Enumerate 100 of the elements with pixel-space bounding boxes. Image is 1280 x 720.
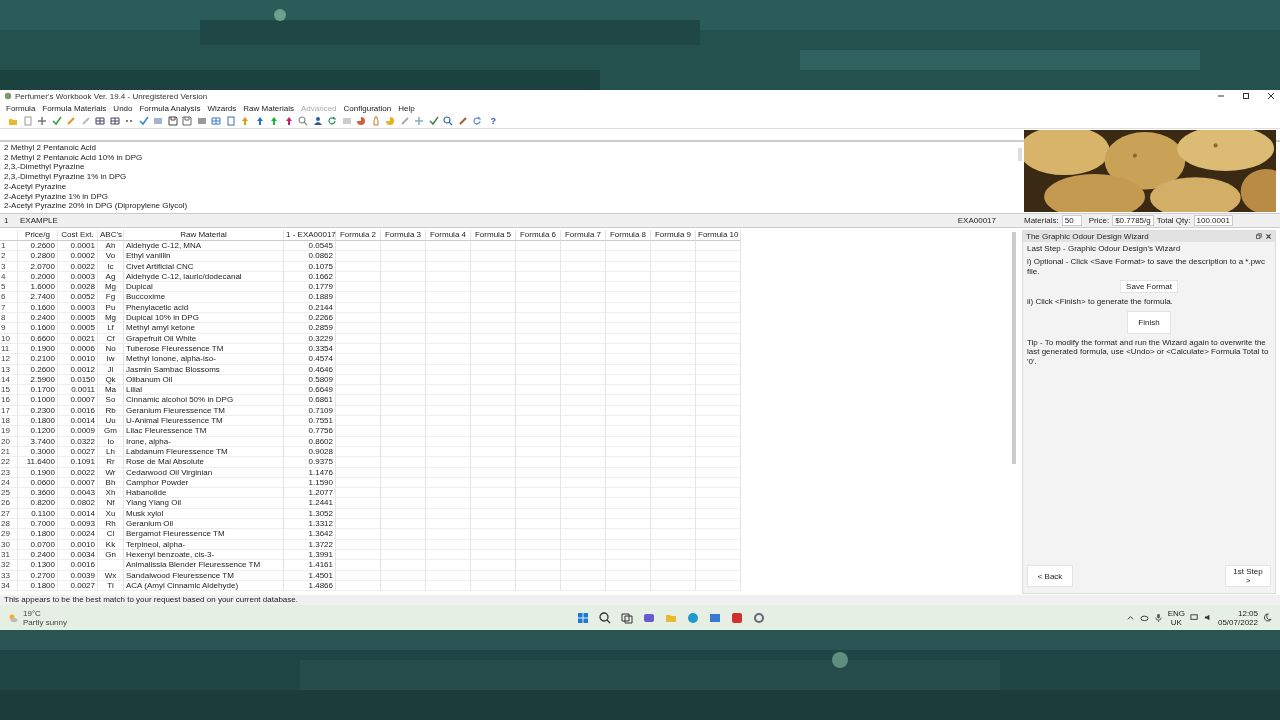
close-icon[interactable] xyxy=(1265,233,1272,240)
maximize-icon[interactable] xyxy=(1241,91,1251,101)
empty-cell xyxy=(651,549,696,561)
region-text[interactable]: UK xyxy=(1170,617,1182,627)
empty-cell xyxy=(336,508,381,519)
menu-item[interactable]: Formula Analysis xyxy=(139,103,201,113)
empty-cell xyxy=(516,436,561,447)
finish-button[interactable]: Finish xyxy=(1127,310,1171,334)
menu-item[interactable]: Formula Materials xyxy=(42,103,107,113)
pin-icon[interactable] xyxy=(269,116,279,126)
menu-item[interactable]: Configuration xyxy=(343,103,392,113)
empty-cell xyxy=(561,529,606,540)
list-item[interactable]: 2 Methyl 2 Pentanoic Acid 10% in DPG xyxy=(4,152,1012,163)
search-icon[interactable] xyxy=(599,611,612,624)
column-header[interactable]: Formula 3 xyxy=(381,230,426,241)
empty-cell xyxy=(426,374,471,386)
empty-cell xyxy=(516,519,561,530)
column-header[interactable]: 1 - EXA00017 xyxy=(284,230,336,241)
column-header[interactable]: Formula 6 xyxy=(516,230,561,241)
chat-icon[interactable] xyxy=(643,611,656,624)
empty-cell xyxy=(606,251,651,262)
column-header[interactable]: Formula 8 xyxy=(606,230,651,241)
table-cell: 1.4866 xyxy=(284,580,336,592)
quantity-field[interactable]: 100.0001 xyxy=(1193,215,1233,226)
pin-icon[interactable] xyxy=(254,116,265,126)
tip-text: Tip - To modify the format and run the Wizard again to overwrite the last generated formula, use <Undo> or <Calculate> Formula Total to '0'. xyxy=(1027,337,1270,366)
empty-cell xyxy=(516,416,561,427)
column-header[interactable]: Cost Ext. xyxy=(58,230,98,241)
column-header[interactable]: Formula 5 xyxy=(471,230,516,241)
list-item[interactable]: 2,3,-Dimethyl Pyrazine 1% in DPG xyxy=(4,172,1012,182)
list-item[interactable]: 2-Acetyl Pyrazine 20% in DPG (Dipropylene Glycol) xyxy=(4,201,1012,211)
pie-icon[interactable] xyxy=(385,116,395,126)
check-icon[interactable] xyxy=(51,116,62,126)
page-icon[interactable] xyxy=(22,116,33,126)
window-icon[interactable] xyxy=(621,611,634,624)
empty-cell xyxy=(696,364,741,375)
empty-cell xyxy=(516,354,561,365)
menu-item[interactable]: Formula xyxy=(6,103,36,113)
cloud-icon[interactable] xyxy=(1139,613,1149,622)
next-button[interactable]: 1st Step > xyxy=(1225,565,1271,587)
start-icon[interactable] xyxy=(577,611,590,624)
refresh-icon[interactable] xyxy=(327,116,337,126)
menu-item[interactable]: Help xyxy=(398,103,415,113)
price-field[interactable]: $0.7785/g xyxy=(1112,215,1154,226)
list-item[interactable]: 2-Acetyl Pyrazine xyxy=(4,181,1012,192)
menu-item[interactable]: Raw Materials xyxy=(243,103,294,113)
person-icon[interactable] xyxy=(312,116,323,126)
back-button[interactable]: < Back xyxy=(1027,565,1073,587)
column-header[interactable]: Formula 4 xyxy=(426,230,471,241)
close-icon[interactable] xyxy=(1266,91,1276,101)
clock-date[interactable]: 05/07/2022 xyxy=(1217,617,1258,627)
table-cell: 0.6600 xyxy=(18,333,58,344)
empty-cell xyxy=(0,230,18,241)
language-text[interactable]: ENG xyxy=(1167,608,1185,618)
table-cell: Geranium Oil xyxy=(124,519,284,530)
table-cell: 0.0052 xyxy=(58,292,98,303)
list-item[interactable]: 2-Acetyl Pyrazine 1% in DPG xyxy=(4,191,1012,202)
table-cell: 0.0016 xyxy=(58,405,98,417)
empty-cell xyxy=(471,313,516,324)
save-icon[interactable] xyxy=(167,116,178,126)
clock-time[interactable]: 12:05 xyxy=(1238,608,1258,618)
scrollbar[interactable] xyxy=(1018,148,1022,161)
grid-icon[interactable] xyxy=(109,116,120,126)
pin-icon[interactable] xyxy=(283,116,294,126)
empty-cell xyxy=(98,560,124,571)
pen-icon[interactable] xyxy=(66,116,76,126)
microphone-icon[interactable] xyxy=(1153,613,1163,622)
column-header[interactable]: ABC's xyxy=(98,230,124,241)
table-cell: 0.0001 xyxy=(58,241,98,252)
bars-icon[interactable] xyxy=(196,116,207,126)
column-header[interactable]: Price/g xyxy=(18,230,58,241)
column-header[interactable]: Raw Material xyxy=(124,230,284,241)
list-item[interactable]: 2,3,-Dimethyl Pyrazine xyxy=(4,162,1012,173)
materials-field[interactable]: 50 xyxy=(1061,215,1082,226)
scrollbar[interactable] xyxy=(1012,232,1016,464)
column-header[interactable]: Formula 7 xyxy=(561,230,606,241)
monitor-icon[interactable] xyxy=(1189,613,1199,622)
help-icon[interactable]: ? xyxy=(490,116,496,126)
empty-cell xyxy=(516,446,561,458)
column-header[interactable]: Formula 10 xyxy=(696,230,741,241)
empty-cell xyxy=(426,426,471,437)
table-cell: 0.2700 xyxy=(18,570,58,581)
column-header[interactable]: Formula 2 xyxy=(336,230,381,241)
grid-icon[interactable] xyxy=(95,116,105,126)
list-item[interactable]: 2 Methyl 2 Pentanoic Acid xyxy=(4,143,1012,153)
empty-cell xyxy=(561,374,606,386)
menu-item[interactable]: Undo xyxy=(113,103,133,113)
save-format-button[interactable]: Save Format xyxy=(1120,280,1178,293)
list-icon[interactable] xyxy=(153,116,163,126)
moon-icon[interactable] xyxy=(1263,613,1272,622)
plus-icon[interactable] xyxy=(37,116,47,126)
menu-item[interactable]: Wizards xyxy=(207,103,237,113)
table-cell: Vo xyxy=(98,251,124,262)
empty-cell xyxy=(696,549,741,561)
bottle-icon[interactable] xyxy=(370,116,381,126)
caret-icon[interactable] xyxy=(1125,613,1135,622)
restore-icon[interactable] xyxy=(1255,233,1262,240)
empty-cell xyxy=(651,333,696,344)
column-header[interactable]: Formula 9 xyxy=(651,230,696,241)
empty-cell xyxy=(561,405,606,417)
